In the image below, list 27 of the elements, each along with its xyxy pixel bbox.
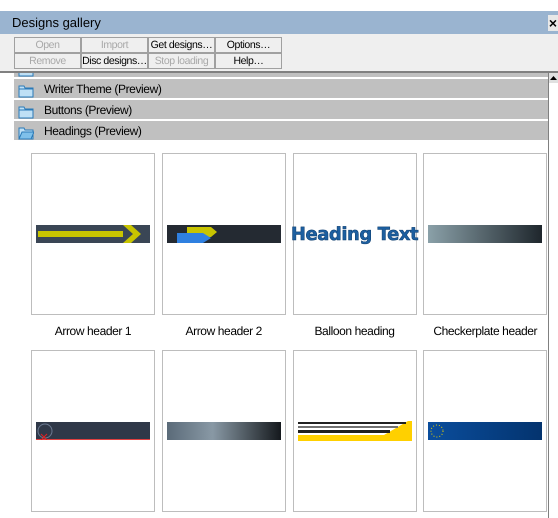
window-title: Designs gallery [12, 14, 101, 32]
design-thumbnail[interactable] [31, 350, 155, 512]
design-caption: Arrow header 2 [186, 323, 262, 340]
design-thumbnail[interactable] [162, 153, 286, 315]
design-thumbnail[interactable] [292, 350, 416, 512]
close-button[interactable]: × [548, 14, 558, 30]
folder-icon [18, 105, 34, 119]
open-folder-icon [18, 126, 34, 140]
toolbar-button[interactable]: Help… [215, 53, 282, 69]
category-row[interactable]: Buttons (Preview) [14, 100, 548, 121]
scroll-up-icon[interactable] [549, 73, 558, 83]
category-row[interactable]: Headings (Preview) [14, 121, 548, 142]
design-thumbnail[interactable] [162, 350, 286, 512]
design-thumbnail[interactable] [423, 153, 548, 315]
design-caption: Checkerplate header [433, 323, 538, 340]
design-thumbnail[interactable] [31, 153, 155, 315]
scrollbar[interactable] [548, 73, 558, 518]
category-row[interactable]: Writer Theme (Preview) [14, 79, 548, 100]
design-thumbnail[interactable]: Heading Text [292, 153, 416, 315]
folder-icon [18, 84, 34, 98]
toolbar-button[interactable]: Disc designs… [81, 53, 148, 69]
toolbar-button[interactable]: Get designs… [148, 37, 215, 53]
design-caption: Arrow header 1 [54, 323, 132, 340]
heading-text-preview: Heading Text [290, 222, 418, 246]
design-caption: Balloon heading [314, 323, 395, 340]
toolbar-button[interactable]: Options… [215, 37, 282, 53]
design-thumbnail[interactable] [423, 350, 548, 512]
